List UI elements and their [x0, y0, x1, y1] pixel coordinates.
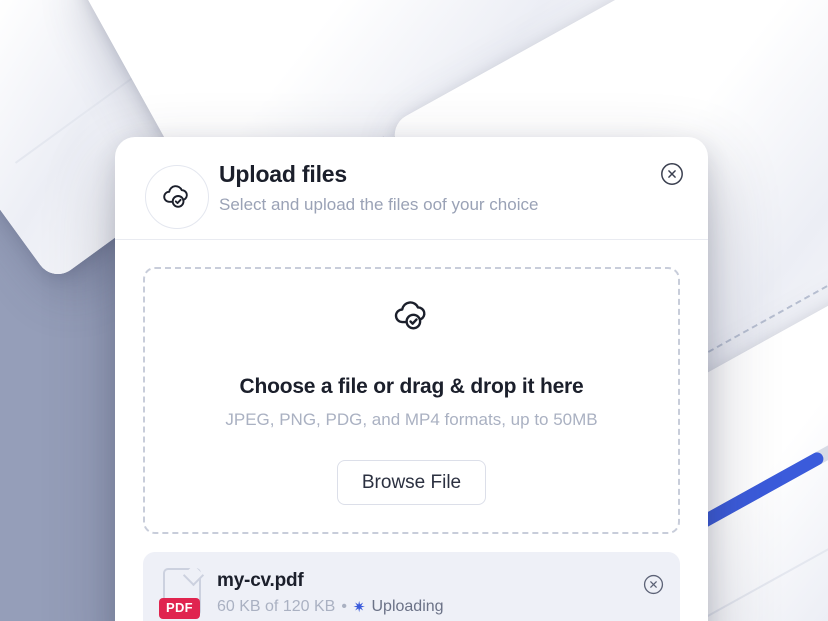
close-icon[interactable]	[660, 162, 684, 186]
separator-dot: •	[341, 598, 347, 615]
upload-files-modal: Upload files Select and upload the files…	[115, 137, 708, 621]
dropzone-hint: JPEG, PNG, PDG, and MP4 formats, up to 5…	[225, 409, 598, 429]
cloud-check-icon	[392, 296, 432, 341]
upload-status-text: Uploading	[371, 598, 444, 615]
browse-file-button[interactable]: Browse File	[336, 459, 487, 506]
cloud-check-icon	[145, 165, 209, 229]
modal-header-text: Upload files Select and upload the files…	[219, 160, 538, 217]
modal-subtitle: Select and upload the files oof your cho…	[219, 194, 539, 214]
page-title: Upload files	[219, 161, 347, 187]
dropzone-title: Choose a file or drag & drop it here	[239, 374, 584, 398]
remove-file-icon[interactable]	[643, 574, 664, 595]
loading-spinner-icon: ✷	[352, 598, 366, 616]
pdf-file-icon: PDF	[159, 564, 207, 620]
modal-body: Choose a file or drag & drop it here JPE…	[115, 240, 708, 621]
file-name: my-cv.pdf	[217, 570, 304, 591]
file-type-badge: PDF	[159, 598, 200, 619]
list-item: PDF my-cv.pdf 60 KB of 120 KB • ✷ Upload…	[143, 552, 680, 621]
file-dropzone[interactable]: Choose a file or drag & drop it here JPE…	[143, 267, 680, 534]
modal-header: Upload files Select and upload the files…	[115, 137, 708, 240]
screen: Upload files Select and upload the files…	[0, 0, 828, 621]
file-size-progress: 60 KB of 120 KB	[217, 598, 336, 615]
file-meta: my-cv.pdf 60 KB of 120 KB • ✷ Uploading	[217, 570, 664, 616]
file-status-line: 60 KB of 120 KB • ✷ Uploading	[217, 598, 664, 616]
uploading-file-list: PDF my-cv.pdf 60 KB of 120 KB • ✷ Upload…	[143, 552, 680, 621]
